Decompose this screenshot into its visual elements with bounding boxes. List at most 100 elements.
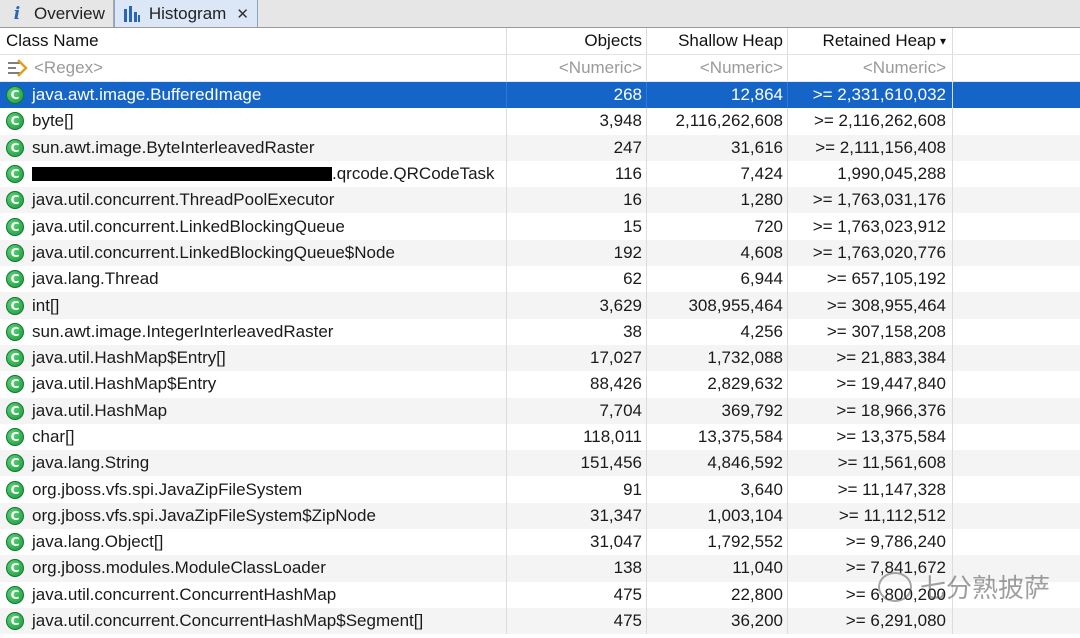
tab-histogram[interactable]: Histogram ✕ — [113, 0, 258, 27]
retained-heap-cell: >= 11,147,328 — [787, 476, 953, 503]
table-row[interactable]: Cjava.util.concurrent.LinkedBlockingQueu… — [0, 213, 1080, 240]
objects-cell: 91 — [506, 476, 646, 503]
column-header-shallow-heap[interactable]: Shallow Heap — [646, 28, 787, 54]
regex-filter-icon — [6, 57, 28, 79]
editor-tab-bar: i Overview Histogram ✕ — [0, 0, 1080, 28]
retained-heap-cell: >= 6,291,080 — [787, 607, 953, 635]
filter-retained-heap-input[interactable]: <Numeric> — [787, 55, 953, 81]
table-row[interactable]: Cjava.util.concurrent.ThreadPoolExecutor… — [0, 187, 1080, 214]
class-name-cell: Cjava.lang.String — [0, 450, 506, 476]
filter-shallow-heap-input[interactable]: <Numeric> — [646, 55, 787, 81]
class-icon: C — [6, 112, 24, 131]
class-name-cell: Corg.jboss.modules.ModuleClassLoader — [0, 555, 506, 581]
retained-heap-cell: >= 308,955,464 — [787, 292, 953, 319]
table-row[interactable]: Corg.jboss.vfs.spi.JavaZipFileSystem$Zip… — [0, 502, 1080, 530]
table-row[interactable]: Cjava.util.concurrent.ConcurrentHashMap$… — [0, 607, 1080, 635]
retained-heap-cell: >= 1,763,023,912 — [787, 213, 953, 240]
table-row[interactable]: Cjava.lang.Thread 62 6,944 >= 657,105,192 — [0, 266, 1080, 293]
table-row[interactable]: Cjava.lang.String 151,456 4,846,592 >= 11,5… — [0, 450, 1080, 477]
class-name-cell: Cjava.util.HashMap — [0, 398, 506, 424]
table-row[interactable]: Cjava.lang.Object[] 31,047 1,792,552 >= 9,7… — [0, 529, 1080, 556]
row-filler — [953, 450, 1080, 476]
class-name-cell: Cint[] — [0, 292, 506, 318]
row-filler — [953, 424, 1080, 450]
sort-descending-icon: ▾ — [939, 34, 946, 48]
table-row[interactable]: Cbyte[] 3,948 2,116,262,608 >= 2,116,262,60… — [0, 108, 1080, 135]
objects-cell: 268 — [506, 82, 646, 109]
class-icon: C — [6, 428, 24, 446]
wechat-icon — [877, 571, 912, 602]
tab-label: Histogram — [148, 3, 227, 23]
class-name-cell: Cjava.util.concurrent.ThreadPoolExecutor — [0, 187, 506, 213]
class-icon: C — [6, 243, 24, 262]
tab-overview[interactable]: i Overview — [0, 0, 114, 27]
table-row[interactable]: Cjava.util.HashMap 7,704 369,792 >= 18,966,… — [0, 397, 1080, 424]
shallow-heap-cell: 4,256 — [646, 318, 787, 345]
row-filler — [953, 371, 1080, 397]
shallow-heap-cell: 36,200 — [646, 607, 787, 635]
retained-heap-cell: >= 1,763,031,176 — [787, 187, 953, 214]
class-name-cell: Corg.jboss.vfs.spi.JavaZipFileSystem — [0, 476, 506, 502]
shallow-heap-cell: 1,732,088 — [646, 344, 787, 372]
class-icon: C — [6, 533, 24, 552]
watermark: 七分熟披萨 — [877, 568, 1050, 605]
class-icon: C — [6, 138, 24, 157]
table-row[interactable]: Cchar[] 118,011 13,375,584 >= 13,375,584 — [0, 423, 1080, 451]
table-row[interactable]: Cint[] 3,629 308,955,464 >= 308,955,464 — [0, 292, 1080, 319]
row-filler — [953, 529, 1080, 555]
table-row[interactable]: Corg.jboss.vfs.spi.JavaZipFileSystem 91 3,… — [0, 476, 1080, 503]
table-row[interactable]: C .qrcode.QRCodeTask 116 7,424 1,990,045,288 — [0, 160, 1080, 188]
objects-cell: 31,347 — [506, 502, 646, 530]
objects-cell: 118,011 — [506, 423, 646, 451]
objects-cell: 17,027 — [506, 344, 646, 372]
class-name-cell: Cjava.lang.Thread — [0, 266, 506, 292]
table-row[interactable]: Cjava.util.concurrent.LinkedBlockingQueu… — [0, 239, 1080, 267]
retained-heap-cell: >= 2,116,262,608 — [787, 108, 953, 135]
objects-cell: 3,629 — [506, 292, 646, 319]
close-icon[interactable]: ✕ — [236, 5, 249, 23]
table-row[interactable]: Csun.awt.image.IntegerInterleavedRaster 3… — [0, 318, 1080, 345]
class-name-cell: Cjava.util.HashMap$Entry — [0, 371, 506, 397]
retained-heap-cell: >= 18,966,376 — [787, 397, 953, 424]
retained-heap-cell: >= 1,763,020,776 — [787, 239, 953, 267]
histogram-icon — [123, 5, 141, 23]
objects-cell: 3,948 — [506, 108, 646, 135]
class-name-cell: Cjava.util.concurrent.ConcurrentHashMap — [0, 582, 506, 608]
histogram-table: Class Name Objects Shallow Heap Retained… — [0, 28, 1080, 635]
shallow-heap-cell: 4,608 — [646, 239, 787, 267]
table-row[interactable]: Cjava.util.HashMap$Entry[] 17,027 1,732,08… — [0, 344, 1080, 372]
shallow-heap-cell: 2,829,632 — [646, 371, 787, 398]
column-header-retained-heap[interactable]: Retained Heap ▾ — [787, 28, 953, 54]
shallow-heap-cell: 369,792 — [646, 397, 787, 424]
row-filler — [953, 292, 1080, 318]
column-header-class-name[interactable]: Class Name — [0, 28, 506, 54]
table-body: Cjava.awt.image.BufferedImage 268 12,864 >=… — [0, 82, 1080, 635]
row-filler — [953, 213, 1080, 239]
retained-heap-cell: >= 13,375,584 — [787, 423, 953, 451]
retained-heap-cell: >= 657,105,192 — [787, 266, 953, 293]
objects-cell: 151,456 — [506, 450, 646, 477]
shallow-heap-cell: 31,616 — [646, 134, 787, 161]
shallow-heap-cell: 2,116,262,608 — [646, 108, 787, 135]
objects-cell: 62 — [506, 266, 646, 293]
row-filler — [953, 187, 1080, 213]
shallow-heap-cell: 22,800 — [646, 581, 787, 608]
shallow-heap-cell: 1,003,104 — [646, 502, 787, 530]
column-header-objects[interactable]: Objects — [506, 28, 646, 54]
class-name-cell: Corg.jboss.vfs.spi.JavaZipFileSystem$Zip… — [0, 503, 506, 529]
filter-class-name-input[interactable]: <Regex> — [0, 55, 506, 81]
class-name-cell: Cjava.awt.image.BufferedImage — [0, 82, 506, 108]
table-row[interactable]: Cjava.awt.image.BufferedImage 268 12,864 >=… — [0, 82, 1080, 109]
info-icon: i — [13, 3, 21, 24]
table-row[interactable]: Csun.awt.image.ByteInterleavedRaster 247 3… — [0, 134, 1080, 161]
table-row[interactable]: Cjava.util.HashMap$Entry 88,426 2,829,632 >… — [0, 371, 1080, 398]
redacted-text — [32, 167, 332, 182]
class-icon: C — [6, 454, 24, 473]
row-filler — [953, 319, 1080, 345]
filter-objects-input[interactable]: <Numeric> — [506, 55, 646, 81]
class-icon: C — [6, 349, 24, 368]
class-icon: C — [6, 165, 24, 184]
class-name-cell: Cjava.util.concurrent.LinkedBlockingQueu… — [0, 213, 506, 239]
retained-heap-cell: >= 11,112,512 — [787, 502, 953, 530]
row-filler — [953, 240, 1080, 266]
